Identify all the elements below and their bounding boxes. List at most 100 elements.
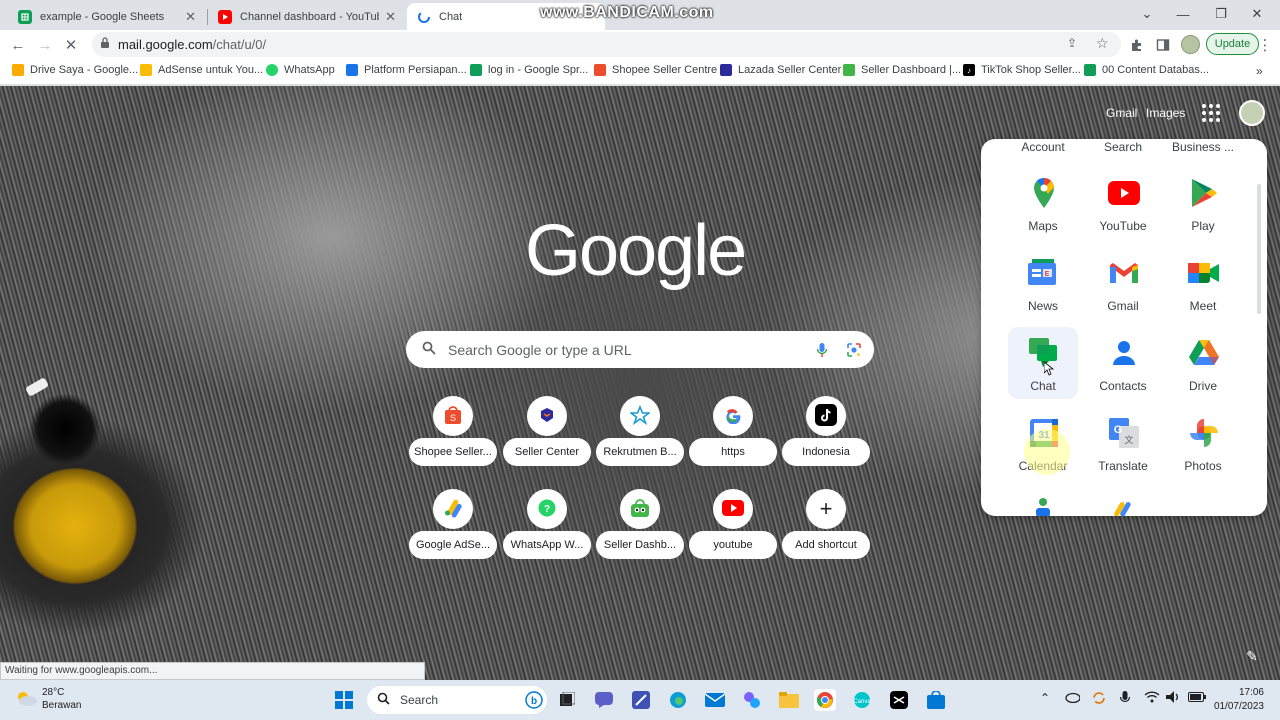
shortcut-tile[interactable]: Google AdSe... [409, 489, 497, 569]
shortcut-tile[interactable]: ? WhatsApp W... [503, 489, 591, 569]
shortcut-tile[interactable]: S Shopee Seller... [409, 396, 497, 476]
shortcut-tile[interactable]: Rekrutmen B... [596, 396, 684, 476]
app-label-business[interactable]: Business ... [1163, 140, 1243, 154]
bookmark-item[interactable]: Shopee Seller Centre [594, 64, 717, 76]
google-apps-icon[interactable] [1198, 100, 1224, 126]
update-button[interactable]: Update [1206, 33, 1259, 55]
edge-icon[interactable] [667, 689, 689, 711]
shortcut-tile[interactable]: https [689, 396, 777, 476]
shortcut-tile[interactable]: Seller Center [503, 396, 591, 476]
volume-icon[interactable] [1166, 691, 1182, 706]
app-photos[interactable]: Photos [1168, 407, 1238, 479]
bookmark-item[interactable]: Seller Dashboard |... [843, 64, 961, 76]
app-gmail[interactable]: Gmail [1088, 247, 1158, 319]
bookmark-item[interactable]: WhatsApp [266, 64, 335, 76]
svg-text:?: ? [544, 504, 550, 515]
apps-top-row: Account Search Business ... [981, 139, 1261, 159]
shortcut-tile[interactable]: Seller Dashb... [596, 489, 684, 569]
google-lens-icon[interactable] [842, 338, 866, 362]
images-link[interactable]: Images [1146, 106, 1185, 120]
app-contacts[interactable]: Contacts [1088, 327, 1158, 399]
task-view-icon[interactable] [556, 689, 578, 711]
system-clock[interactable]: 17:06 01/07/2023 [1212, 686, 1264, 714]
copilot-icon[interactable] [741, 689, 763, 711]
customize-pencil-icon[interactable]: ✎ [1240, 644, 1264, 668]
search-input[interactable]: Search Google or type a URL [448, 342, 810, 358]
voice-search-icon[interactable] [810, 338, 834, 362]
back-button[interactable]: ← [7, 34, 29, 56]
tiktok-icon: ♪ [963, 64, 975, 76]
shortcut-tile[interactable]: Indonesia [782, 396, 870, 476]
bookmark-label: Shopee Seller Centre [612, 64, 718, 76]
mail-icon[interactable] [704, 689, 726, 711]
menu-kebab-icon[interactable]: ⋮ [1254, 34, 1276, 56]
onedrive-icon[interactable] [1064, 691, 1081, 706]
shortcut-label: https [689, 438, 777, 466]
sync-icon[interactable] [1092, 691, 1106, 708]
show-hidden-icons[interactable]: ⌃ [1040, 691, 1050, 705]
teams-chat-icon[interactable] [593, 689, 615, 711]
bookmark-item[interactable]: Drive Saya - Google... [12, 64, 138, 76]
stop-loading-button[interactable]: ✕ [60, 34, 82, 56]
gmail-link[interactable]: Gmail [1106, 106, 1137, 120]
weather-widget[interactable]: 28°C Berawan [42, 686, 81, 712]
tab-sheets[interactable]: example - Google Sheets ✕ [8, 3, 206, 30]
app-news[interactable]: E News [1008, 247, 1078, 319]
profile-avatar[interactable] [1181, 35, 1200, 54]
apps-scrollbar[interactable] [1257, 184, 1261, 314]
bookmark-item[interactable]: ♪ TikTok Shop Seller... [963, 64, 1081, 76]
app-play[interactable]: Play [1168, 167, 1238, 239]
app-chat[interactable]: Chat [1008, 327, 1078, 399]
share-icon[interactable]: ⇪ [1067, 36, 1077, 50]
close-icon[interactable]: ✕ [385, 9, 396, 25]
shortcut-label: Add shortcut [782, 531, 870, 559]
taskbar-search[interactable]: Search b [367, 686, 547, 714]
wifi-icon[interactable] [1144, 691, 1160, 706]
app-youtube[interactable]: YouTube [1088, 167, 1158, 239]
bookmark-item[interactable]: log in - Google Spr... [470, 64, 588, 76]
ads-icon[interactable] [1111, 501, 1133, 516]
windows-start-icon[interactable] [333, 689, 355, 711]
url-path: /chat/u/0/ [212, 37, 267, 52]
tab-youtube-studio[interactable]: Channel dashboard - YouTube St ✕ [208, 3, 406, 30]
bookmark-label: Lazada Seller Center [738, 64, 842, 76]
capcut-icon[interactable] [888, 689, 910, 711]
weather-icon[interactable] [14, 688, 38, 711]
account-avatar[interactable] [1239, 100, 1265, 126]
store-icon[interactable] [925, 689, 947, 711]
close-window-button[interactable]: ✕ [1234, 0, 1280, 28]
contacts-icon[interactable] [1035, 497, 1051, 516]
bookmark-item[interactable]: 00 Content Databas... [1084, 64, 1209, 76]
app-translate[interactable]: G文 Translate [1088, 407, 1158, 479]
side-panel-icon[interactable] [1152, 34, 1174, 56]
widgets-icon[interactable] [630, 689, 652, 711]
url-text[interactable]: mail.google.com/chat/u/0/ [118, 37, 266, 52]
app-label-search[interactable]: Search [1083, 140, 1163, 154]
app-drive[interactable]: Drive [1168, 327, 1238, 399]
microphone-icon[interactable] [1119, 691, 1131, 708]
bing-icon: b [525, 691, 543, 712]
tab-title: Channel dashboard - YouTube St [240, 10, 379, 23]
shortcut-tile[interactable]: youtube [689, 489, 777, 569]
extensions-icon[interactable] [1126, 34, 1148, 56]
app-label-account[interactable]: Account [1003, 140, 1083, 154]
chrome-icon[interactable] [814, 689, 836, 711]
background-image [24, 377, 50, 397]
bookmark-item[interactable]: AdSense untuk You... [140, 64, 263, 76]
forward-button[interactable]: → [34, 34, 56, 56]
lock-icon[interactable] [100, 37, 110, 52]
app-meet[interactable]: Meet [1168, 247, 1238, 319]
app-maps[interactable]: Maps [1008, 167, 1078, 239]
more-bookmarks-icon[interactable]: » [1256, 64, 1263, 78]
address-bar[interactable]: mail.google.com/chat/u/0/ ⇪ ☆ [92, 32, 1121, 57]
canva-icon[interactable]: Canva [851, 689, 873, 711]
loading-spinner-icon [417, 9, 431, 24]
search-box[interactable]: Search Google or type a URL [406, 331, 874, 368]
close-icon[interactable]: ✕ [185, 9, 196, 25]
bookmark-item[interactable]: Platform Persiapan... [346, 64, 467, 76]
file-explorer-icon[interactable] [778, 689, 800, 711]
add-shortcut-tile[interactable]: + Add shortcut [782, 489, 870, 569]
bookmark-star-icon[interactable]: ☆ [1096, 35, 1109, 52]
battery-icon[interactable] [1188, 691, 1206, 705]
bookmark-item[interactable]: Lazada Seller Center [720, 64, 841, 76]
